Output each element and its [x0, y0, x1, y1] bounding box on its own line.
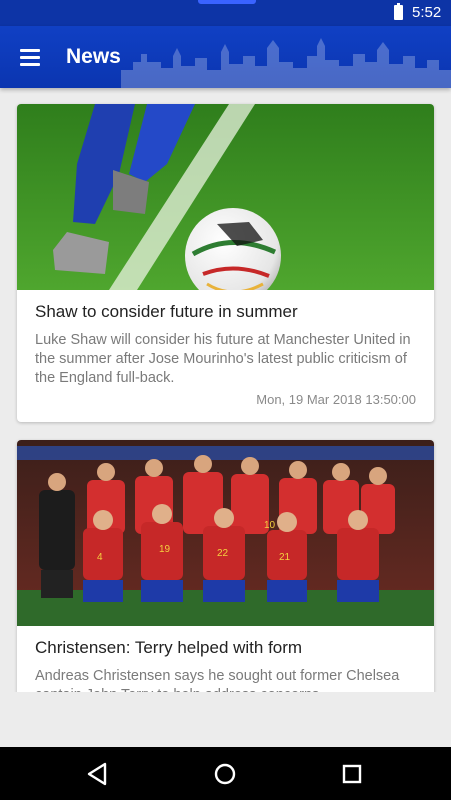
article-summary: Luke Shaw will consider his future at Ma… — [35, 332, 411, 386]
hamburger-line — [20, 56, 40, 59]
svg-text:4: 4 — [97, 552, 103, 563]
status-bar: 5:52 — [0, 0, 451, 26]
news-card[interactable]: 4 19 22 21 10 Christensen: Terry helped wit… — [17, 440, 434, 692]
svg-text:10: 10 — [264, 520, 276, 531]
status-indicator — [198, 0, 256, 4]
article-image: 4 19 22 21 10 — [17, 440, 434, 626]
hamburger-line — [20, 63, 40, 66]
skyline-decoration — [121, 38, 451, 88]
battery-icon — [394, 3, 403, 20]
app-title: News — [66, 45, 121, 68]
svg-text:19: 19 — [159, 544, 171, 555]
app-bar: News — [0, 26, 451, 88]
system-nav-bar — [0, 747, 451, 800]
back-icon[interactable] — [83, 759, 113, 789]
svg-text:22: 22 — [217, 548, 229, 559]
article-title: Shaw to consider future in summer — [35, 302, 298, 321]
home-icon[interactable] — [210, 759, 240, 789]
recents-icon[interactable] — [337, 759, 367, 789]
status-time: 5:52 — [412, 4, 442, 21]
menu-button[interactable] — [14, 41, 46, 73]
news-card[interactable]: Shaw to consider future in summer Luke S… — [17, 104, 434, 422]
article-date: Mon, 19 Mar 2018 13:50:00 — [256, 392, 416, 407]
article-title: Christensen: Terry helped with form — [35, 638, 303, 657]
hamburger-menu-icon — [20, 49, 40, 52]
news-feed[interactable]: Shaw to consider future in summer Luke S… — [0, 88, 451, 692]
article-image — [17, 104, 434, 290]
svg-text:21: 21 — [279, 552, 291, 563]
article-summary: Andreas Christensen says he sought out f… — [35, 668, 400, 692]
